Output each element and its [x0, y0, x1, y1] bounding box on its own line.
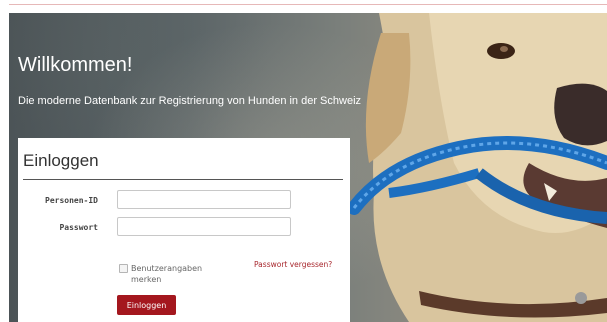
- hero-subtitle: Die moderne Datenbank zur Registrierung …: [18, 95, 362, 107]
- person-id-label: Personen-ID: [45, 196, 98, 205]
- password-input[interactable]: [117, 217, 291, 236]
- forgot-password-link[interactable]: Passwort vergessen?: [254, 260, 332, 269]
- remember-label: Benutzerangaben merken: [131, 264, 203, 284]
- login-heading: Einloggen: [23, 151, 99, 170]
- remember-checkbox[interactable]: [119, 264, 128, 273]
- person-id-input[interactable]: [117, 190, 291, 209]
- top-divider: [9, 4, 607, 5]
- login-button[interactable]: Einloggen: [117, 295, 176, 315]
- password-label: Passwort: [59, 223, 98, 232]
- hero-title: Willkommen!: [18, 54, 133, 76]
- hero-banner: Willkommen! Die moderne Datenbank zur Re…: [9, 13, 607, 322]
- login-divider: [23, 179, 343, 180]
- login-panel: Einloggen Personen-ID Passwort Benutzera…: [18, 138, 350, 322]
